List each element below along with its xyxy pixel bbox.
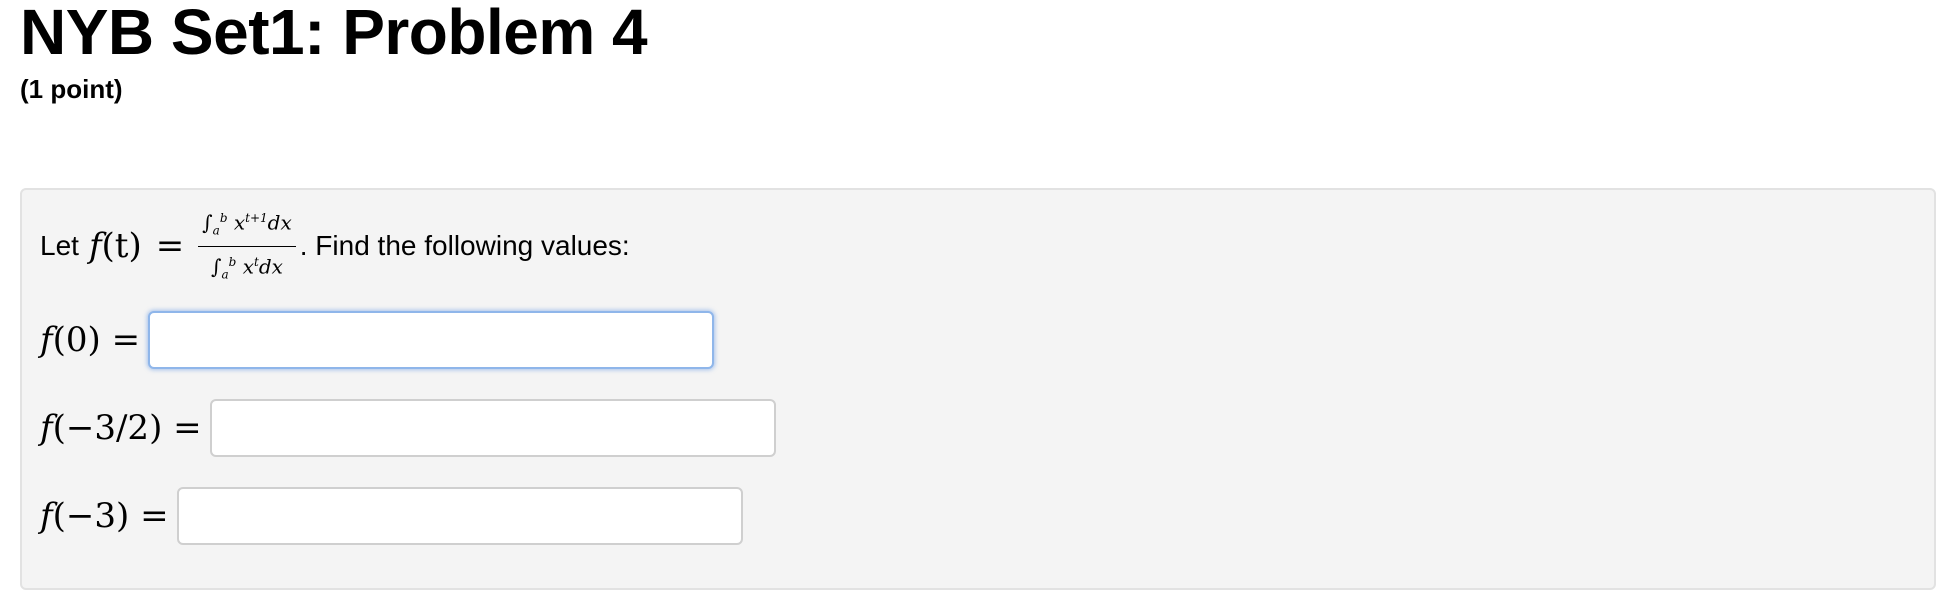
integral-fraction: ∫ab xt+1dx ∫ab xtdx [198,205,296,287]
equals-sign: = [155,226,185,266]
function-definition-lhs: f(t) [88,226,142,266]
answer-row-f-neg-3: f(−3) = [40,486,743,546]
statement-prefix: Let [40,230,79,261]
answer-input-f-neg-3-2[interactable] [209,399,776,457]
problem-title: NYB Set1: Problem 4 [20,0,648,68]
answer-input-f-neg-3[interactable] [176,487,743,545]
answer-row-f-neg-3-2: f(−3/2) = [40,398,776,458]
answer-label-f-neg-3-2: f(−3/2) = [40,408,202,448]
fraction-numerator: ∫ab xt+1dx [198,205,296,247]
problem-statement: Let f(t) = ∫ab xt+1dx ∫ab xtdx . Find th… [40,208,630,284]
problem-panel: Let f(t) = ∫ab xt+1dx ∫ab xtdx . Find th… [20,188,1936,590]
answer-row-f0: f(0) = [40,310,715,370]
answer-label-f-neg-3: f(−3) = [40,496,169,536]
fraction-denominator: ∫ab xtdx [211,254,283,282]
statement-suffix: . Find the following values: [299,230,630,261]
problem-points: (1 point) [20,74,123,104]
answer-input-f0[interactable] [148,311,715,369]
answer-label-f0: f(0) = [40,320,141,360]
